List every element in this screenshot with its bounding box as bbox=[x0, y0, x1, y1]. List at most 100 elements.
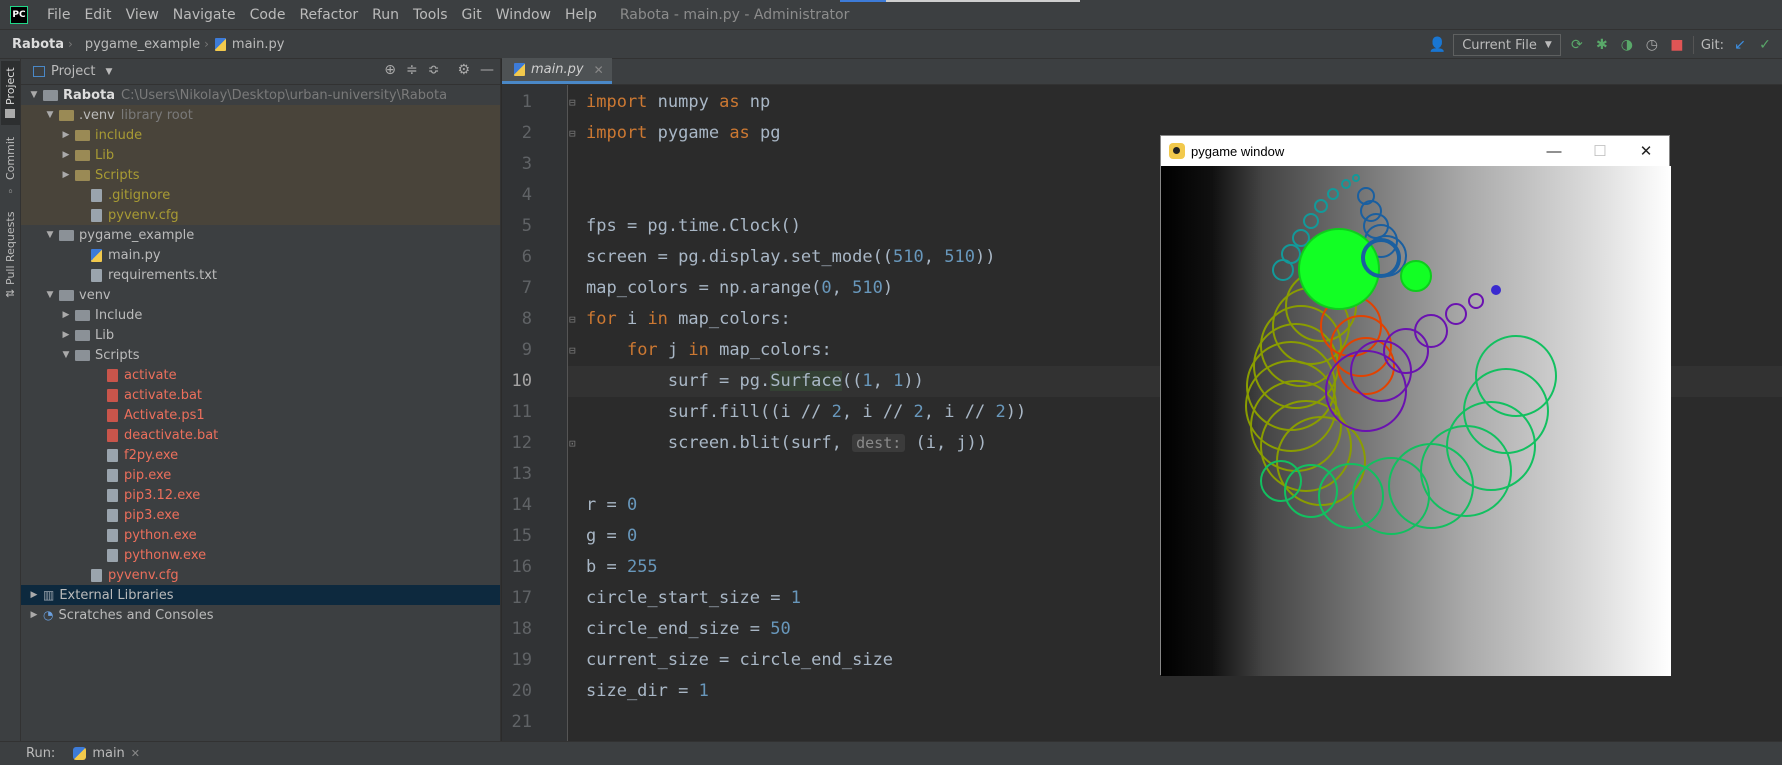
line-number: 17 bbox=[511, 588, 532, 608]
chevron-collapsed-icon[interactable]: ▶ bbox=[59, 150, 73, 160]
tree-row-venv-lib[interactable]: ▶ Lib bbox=[21, 325, 500, 345]
git-commit-icon[interactable]: ✓ bbox=[1756, 37, 1774, 53]
tree-row-scratches[interactable]: ▶ ◔ Scratches and Consoles bbox=[21, 605, 500, 625]
fold-icon[interactable]: ⊟ bbox=[569, 87, 576, 118]
chevron-collapsed-icon[interactable]: ▶ bbox=[59, 310, 73, 320]
fold-icon[interactable]: ⊟ bbox=[569, 335, 576, 366]
chevron-expanded-icon[interactable]: ▼ bbox=[59, 350, 73, 360]
tree-label: activate.bat bbox=[124, 387, 203, 403]
chevron-collapsed-icon[interactable]: ▶ bbox=[59, 130, 73, 140]
tree-row-venv-scripts[interactable]: ▼ Scripts bbox=[21, 345, 500, 365]
menu-window[interactable]: Window bbox=[489, 7, 558, 23]
pygame-titlebar[interactable]: pygame window — ☐ ✕ bbox=[1161, 136, 1669, 166]
close-icon[interactable]: ✕ bbox=[594, 63, 604, 77]
tree-row-activate-ps1[interactable]: Activate.ps1 bbox=[21, 405, 500, 425]
expand-all-icon[interactable]: ≑ bbox=[406, 62, 418, 78]
chevron-expanded-icon[interactable]: ▼ bbox=[27, 90, 41, 100]
close-icon[interactable]: ✕ bbox=[131, 747, 140, 760]
chevron-expanded-icon[interactable]: ▼ bbox=[43, 230, 57, 240]
tree-row-venv[interactable]: ▼ venv bbox=[21, 285, 500, 305]
code-line: current_size = circle_end_size bbox=[586, 650, 894, 670]
run-tab-label: main bbox=[92, 746, 125, 761]
fold-end-icon[interactable]: ⊡ bbox=[569, 428, 576, 459]
collapse-all-icon[interactable]: ≎ bbox=[428, 62, 440, 78]
tree-row-requirements[interactable]: requirements.txt bbox=[21, 265, 500, 285]
tree-label: Rabota bbox=[63, 87, 116, 103]
tree-row-root[interactable]: ▼ Rabota C:\Users\Nikolay\Desktop\urban-… bbox=[21, 85, 500, 105]
menu-navigate[interactable]: Navigate bbox=[166, 7, 243, 23]
locate-icon[interactable]: ⊕ bbox=[384, 62, 396, 78]
breadcrumb-file[interactable]: main.py bbox=[209, 37, 289, 52]
tree-row-gitignore[interactable]: .gitignore bbox=[21, 185, 500, 205]
fold-icon[interactable]: ⊟ bbox=[569, 118, 576, 149]
menu-file[interactable]: File bbox=[40, 7, 77, 23]
tree-row-venv-include[interactable]: ▶ Include bbox=[21, 305, 500, 325]
minimize-button[interactable]: — bbox=[1531, 136, 1577, 166]
tree-label: External Libraries bbox=[59, 587, 174, 603]
tab-project[interactable]: Project bbox=[1, 61, 20, 125]
tree-row-activate[interactable]: activate bbox=[21, 365, 500, 385]
maximize-button[interactable]: ☐ bbox=[1577, 136, 1623, 166]
purple-circle-trail bbox=[1325, 293, 1484, 432]
run-tab-main[interactable]: main ✕ bbox=[73, 746, 140, 761]
hide-icon[interactable]: — bbox=[480, 62, 494, 78]
tree-row-pip312[interactable]: pip3.12.exe bbox=[21, 485, 500, 505]
tree-row-pythonw[interactable]: pythonw.exe bbox=[21, 545, 500, 565]
chevron-collapsed-icon[interactable]: ▶ bbox=[27, 590, 41, 600]
tab-pull-requests[interactable]: ⇅ Pull Requests bbox=[1, 209, 20, 301]
tree-row-lib[interactable]: ▶ Lib bbox=[21, 145, 500, 165]
tree-row-pyvenv-cfg[interactable]: pyvenv.cfg bbox=[21, 205, 500, 225]
chevron-collapsed-icon[interactable]: ▶ bbox=[59, 170, 73, 180]
chevron-collapsed-icon[interactable]: ▶ bbox=[59, 330, 73, 340]
tree-row-pip[interactable]: pip.exe bbox=[21, 465, 500, 485]
fold-icon[interactable]: ⊟ bbox=[569, 304, 576, 335]
line-number: 3 bbox=[521, 154, 532, 174]
settings-gear-icon[interactable]: ⚙ bbox=[457, 62, 470, 78]
debug-icon[interactable]: ✱ bbox=[1593, 37, 1611, 53]
folder-icon bbox=[59, 109, 74, 121]
close-button[interactable]: ✕ bbox=[1623, 136, 1669, 166]
menu-refactor[interactable]: Refactor bbox=[292, 7, 365, 23]
breadcrumb-project[interactable]: Rabota bbox=[0, 37, 68, 52]
tree-row-f2py[interactable]: f2py.exe bbox=[21, 445, 500, 465]
tree-row-pygame-example[interactable]: ▼ pygame_example bbox=[21, 225, 500, 245]
git-update-icon[interactable]: ↙ bbox=[1731, 37, 1749, 53]
rerun-icon[interactable]: ⟳ bbox=[1568, 37, 1586, 53]
chevron-down-icon[interactable]: ▼ bbox=[105, 67, 112, 77]
menu-git[interactable]: Git bbox=[455, 7, 489, 23]
chevron-expanded-icon[interactable]: ▼ bbox=[43, 110, 57, 120]
profile-icon[interactable]: ◷ bbox=[1643, 37, 1661, 53]
menu-run[interactable]: Run bbox=[365, 7, 406, 23]
project-panel-title[interactable]: Project bbox=[51, 64, 95, 79]
breadcrumb-folder[interactable]: pygame_example bbox=[73, 37, 204, 52]
menu-tools[interactable]: Tools bbox=[406, 7, 455, 23]
tree-row-python[interactable]: python.exe bbox=[21, 525, 500, 545]
menu-view[interactable]: View bbox=[119, 7, 166, 23]
tree-row-pip3[interactable]: pip3.exe bbox=[21, 505, 500, 525]
menu-code[interactable]: Code bbox=[243, 7, 293, 23]
status-bar: Run: main ✕ bbox=[0, 741, 1782, 765]
tree-row-include[interactable]: ▶ include bbox=[21, 125, 500, 145]
folder-icon bbox=[59, 229, 74, 241]
menu-help[interactable]: Help bbox=[558, 7, 604, 23]
coverage-icon[interactable]: ◑ bbox=[1618, 37, 1636, 53]
pygame-canvas[interactable] bbox=[1161, 166, 1671, 676]
tree-row-activate-bat[interactable]: activate.bat bbox=[21, 385, 500, 405]
menu-edit[interactable]: Edit bbox=[77, 7, 118, 23]
stop-icon[interactable]: ■ bbox=[1668, 37, 1686, 53]
tree-row-venv-dot[interactable]: ▼ .venv library root bbox=[21, 105, 500, 125]
user-icon[interactable]: 👤 bbox=[1428, 37, 1446, 53]
toolbar-divider bbox=[1692, 36, 1694, 54]
chevron-expanded-icon[interactable]: ▼ bbox=[43, 290, 57, 300]
tree-row-deactivate-bat[interactable]: deactivate.bat bbox=[21, 425, 500, 445]
run-configuration-select[interactable]: Current File ▼ bbox=[1453, 34, 1561, 56]
chevron-collapsed-icon[interactable]: ▶ bbox=[27, 610, 41, 620]
tree-row-scripts[interactable]: ▶ Scripts bbox=[21, 165, 500, 185]
editor-tab-main-py[interactable]: main.py ✕ bbox=[502, 58, 612, 84]
pycharm-logo-icon[interactable]: PC bbox=[10, 5, 28, 24]
tab-commit[interactable]: ◦ Commit bbox=[1, 137, 20, 197]
line-number: 16 bbox=[511, 557, 532, 577]
tree-row-venv-pyvenv-cfg[interactable]: pyvenv.cfg bbox=[21, 565, 500, 585]
tree-row-main-py[interactable]: main.py bbox=[21, 245, 500, 265]
tree-row-external-libraries[interactable]: ▶ ▥ External Libraries bbox=[21, 585, 500, 605]
